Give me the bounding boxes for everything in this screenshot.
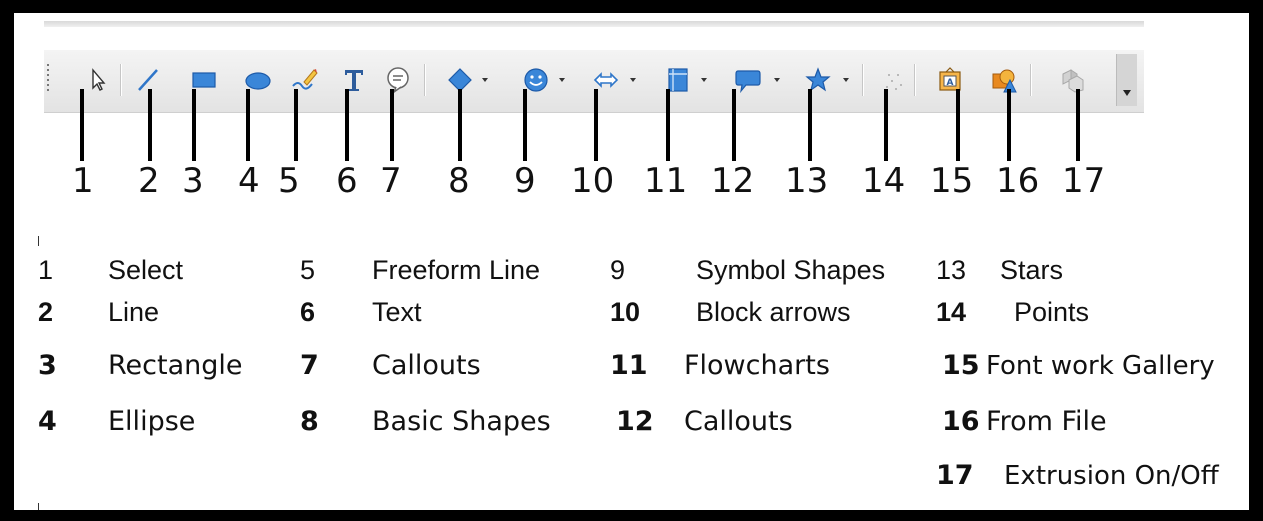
tool-number: 17 — [1062, 161, 1106, 201]
tool-number: 10 — [571, 161, 615, 201]
legend-number: 13 — [936, 255, 967, 285]
pointer-line — [666, 89, 670, 161]
legend-number: 15 — [942, 350, 980, 381]
legend-label: Symbol Shapes — [696, 255, 886, 285]
legend-label: Callouts — [684, 406, 793, 437]
tool-number: 14 — [862, 161, 906, 201]
chevron-down-icon[interactable] — [772, 75, 782, 85]
legend-number: 8 — [300, 406, 319, 437]
pointer-line — [1007, 89, 1011, 161]
legend-number: 16 — [942, 406, 980, 437]
tool-number: 2 — [138, 161, 160, 201]
tool-number: 9 — [514, 161, 536, 201]
toolbar-separator — [914, 64, 915, 96]
pointer-line — [148, 89, 152, 161]
legend-number: 17 — [936, 460, 974, 491]
legend-number: 1 — [38, 255, 54, 285]
tool-number: 16 — [996, 161, 1040, 201]
pointer-line — [523, 89, 527, 161]
margin-tick — [38, 503, 39, 510]
pointer-line — [80, 89, 84, 161]
pointer-line — [192, 89, 196, 161]
tool-number: 3 — [182, 161, 204, 201]
svg-text:A: A — [947, 78, 954, 88]
tool-number: 11 — [644, 161, 688, 201]
legend-label: Extrusion On/Off — [1004, 461, 1219, 491]
legend-label: Font work Gallery — [986, 351, 1215, 381]
tool-number: 8 — [448, 161, 470, 201]
pointer-line — [732, 89, 736, 161]
pointer-line — [956, 89, 960, 161]
toolbar-overflow-button[interactable] — [1116, 54, 1137, 106]
legend-label: Block arrows — [696, 297, 851, 327]
legend-number: 4 — [38, 406, 57, 437]
legend-label: Freeform Line — [372, 255, 541, 285]
pointer-line — [390, 89, 394, 161]
pointer-line — [884, 89, 888, 161]
legend-label: Select — [108, 255, 184, 285]
pointer-line — [294, 89, 298, 161]
toolbar-separator — [424, 64, 425, 96]
margin-tick — [38, 236, 39, 246]
legend-number: 6 — [300, 297, 316, 327]
tool-number: 4 — [238, 161, 260, 201]
speech-bubble-icon[interactable] — [734, 66, 762, 94]
tool-number: 7 — [380, 161, 402, 201]
extrusion-icon — [1058, 66, 1086, 94]
toolbar-top-edge — [44, 21, 1144, 27]
legend-number: 11 — [610, 350, 648, 381]
legend-label: Text — [372, 297, 422, 327]
tool-number: 15 — [930, 161, 974, 201]
legend-number: 2 — [38, 297, 54, 327]
legend-label: Callouts — [372, 350, 481, 381]
from-file-icon[interactable] — [990, 66, 1018, 94]
toolbar-grip-handle[interactable] — [47, 64, 49, 94]
legend-label: Rectangle — [108, 350, 243, 381]
select-arrow-icon[interactable] — [84, 66, 112, 94]
legend-label: Stars — [1000, 255, 1064, 285]
toolbar-separator — [1030, 64, 1031, 96]
legend-label: Line — [108, 297, 160, 327]
callout-bubble-icon[interactable] — [384, 66, 412, 94]
legend-number: 7 — [300, 350, 319, 381]
legend-number: 5 — [300, 255, 316, 285]
chevron-down-icon[interactable] — [841, 75, 851, 85]
pointer-line — [1076, 89, 1080, 161]
tool-number: 12 — [711, 161, 755, 201]
chevron-down-icon[interactable] — [699, 75, 709, 85]
legend-number: 9 — [610, 255, 626, 285]
legend-label: From File — [986, 406, 1107, 437]
pointer-line — [808, 89, 812, 161]
chevron-down-icon — [1123, 90, 1131, 96]
legend-number: 14 — [936, 297, 967, 327]
legend-number: 12 — [616, 406, 654, 437]
legend-label: Basic Shapes — [372, 406, 551, 437]
tool-number: 13 — [785, 161, 829, 201]
legend-label: Ellipse — [108, 406, 196, 437]
pointer-line — [458, 89, 462, 161]
pointer-line — [345, 89, 349, 161]
tool-number: 5 — [278, 161, 300, 201]
legend-label: Points — [1014, 297, 1090, 327]
pointer-line — [246, 89, 250, 161]
chevron-down-icon[interactable] — [480, 75, 490, 85]
tool-number: 6 — [336, 161, 358, 201]
figure-frame: A 1 2 3 4 5 6 7 8 9 10 11 12 13 14 15 16 — [14, 13, 1249, 510]
tool-number: 1 — [72, 161, 94, 201]
toolbar-separator — [120, 64, 121, 96]
toolbar-separator — [862, 64, 863, 96]
pointer-line — [594, 89, 598, 161]
chevron-down-icon[interactable] — [628, 75, 638, 85]
legend-number: 10 — [610, 297, 641, 327]
legend-number: 3 — [38, 350, 57, 381]
legend-label: Flowcharts — [684, 350, 830, 381]
chevron-down-icon[interactable] — [557, 75, 567, 85]
